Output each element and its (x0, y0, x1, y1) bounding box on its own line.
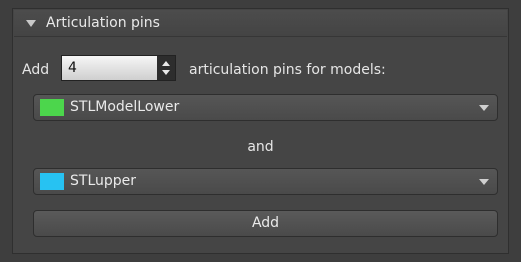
add-button[interactable]: Add (33, 210, 498, 237)
add-label: Add (22, 62, 50, 78)
arrow-up-icon[interactable] (162, 61, 170, 66)
model-a-label: STLModelLower (70, 99, 180, 115)
arrow-down-icon[interactable] (162, 70, 170, 75)
and-label: and (247, 139, 274, 155)
model-b-label: STLupper (70, 173, 137, 189)
pins-for-models-label: articulation pins for models: (189, 62, 386, 78)
add-pins-row: Add 4 articulation pins for models: (22, 55, 512, 85)
collapse-triangle-icon[interactable] (26, 19, 36, 27)
spin-buttons[interactable] (157, 56, 175, 80)
model-a-select[interactable]: STLModelLower (33, 94, 498, 121)
panel-title: Articulation pins (46, 15, 160, 31)
pin-count-spinbox[interactable]: 4 (61, 55, 176, 81)
chevron-down-icon[interactable] (479, 105, 489, 111)
chevron-down-icon[interactable] (479, 179, 489, 185)
model-b-color-swatch (40, 173, 64, 190)
panel-header[interactable]: Articulation pins (14, 10, 507, 37)
pin-count-value[interactable]: 4 (68, 60, 77, 76)
model-b-select[interactable]: STLupper (33, 168, 498, 195)
model-a-color-swatch (40, 99, 64, 116)
